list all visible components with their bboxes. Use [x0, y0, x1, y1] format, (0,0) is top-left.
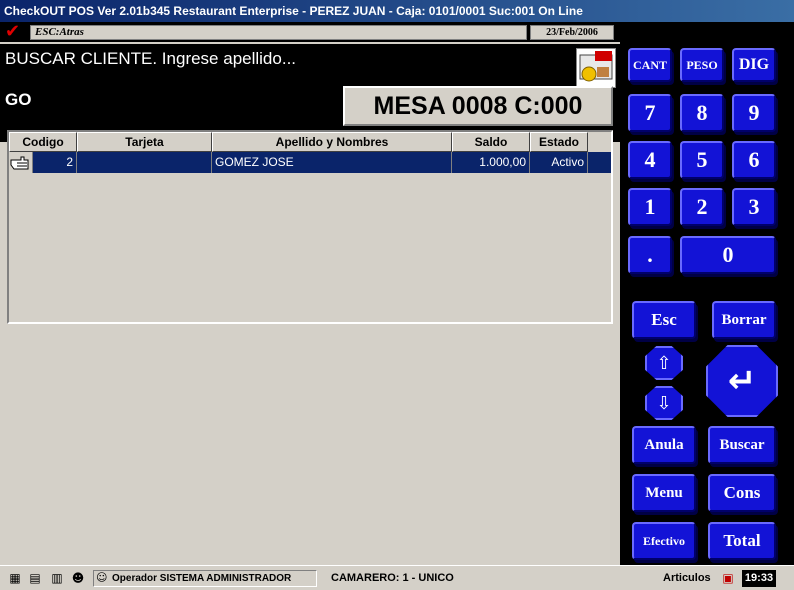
menu-button[interactable]: Menu: [632, 474, 696, 512]
operator-icon: ☺: [96, 571, 108, 584]
search-input[interactable]: GO: [5, 90, 31, 110]
network-icon[interactable]: ▦: [7, 570, 23, 586]
esc-back-hint[interactable]: ESC:Atras: [30, 25, 527, 40]
peso-button[interactable]: PESO: [680, 48, 724, 82]
customer-grid: Codigo Tarjeta Apellido y Nombres Saldo …: [7, 130, 613, 324]
key-7[interactable]: 7: [628, 94, 672, 132]
checkmark-icon: ✔: [5, 21, 21, 42]
grid-header: Codigo Tarjeta Apellido y Nombres Saldo …: [9, 132, 588, 152]
pointing-hand-icon: [9, 152, 33, 173]
key-decimal[interactable]: .: [628, 236, 672, 274]
cons-button[interactable]: Cons: [708, 474, 776, 512]
table-indicator: MESA 0008 C:000: [343, 86, 613, 126]
cell-nombre: GOMEZ JOSE: [212, 152, 452, 173]
key-3[interactable]: 3: [732, 188, 776, 226]
operator-label: ☺ Operador SISTEMA ADMINISTRADOR: [93, 570, 317, 587]
main-panel: ✔ ESC:Atras 23/Feb/2006 BUSCAR CLIENTE. …: [0, 22, 620, 565]
cell-estado: Activo: [530, 152, 588, 173]
arrow-down-icon[interactable]: ⇩: [645, 386, 683, 420]
keypad-panel: CANT PESO DIG 7 8 9 4 5 6 1 2 3 . 0 Esc …: [620, 22, 794, 565]
key-1[interactable]: 1: [628, 188, 672, 226]
operator-text: Operador SISTEMA ADMINISTRADOR: [112, 573, 292, 584]
dig-button[interactable]: DIG: [732, 48, 776, 82]
table-row[interactable]: 2 GOMEZ JOSE 1.000,00 Activo: [9, 152, 611, 173]
efectivo-button[interactable]: Efectivo: [632, 522, 696, 560]
cell-saldo: 1.000,00: [452, 152, 530, 173]
cant-button[interactable]: CANT: [628, 48, 672, 82]
key-4[interactable]: 4: [628, 141, 672, 179]
total-button[interactable]: Total: [708, 522, 776, 560]
key-5[interactable]: 5: [680, 141, 724, 179]
borrar-button[interactable]: Borrar: [712, 301, 776, 339]
key-6[interactable]: 6: [732, 141, 776, 179]
esc-bar: ✔ ESC:Atras 23/Feb/2006: [0, 22, 620, 42]
column-saldo[interactable]: Saldo: [452, 132, 530, 152]
printer-icon[interactable]: ▤: [27, 570, 43, 586]
buscar-button[interactable]: Buscar: [708, 426, 776, 464]
key-9[interactable]: 9: [732, 94, 776, 132]
clock: 19:33: [742, 570, 776, 587]
cash-drawer-icon[interactable]: ▥: [49, 570, 65, 586]
enter-button[interactable]: ↵: [706, 345, 778, 417]
arrow-up-icon[interactable]: ⇧: [645, 346, 683, 380]
column-estado[interactable]: Estado: [530, 132, 588, 152]
column-tarjeta[interactable]: Tarjeta: [77, 132, 212, 152]
anula-button[interactable]: Anula: [632, 426, 696, 464]
date-display: 23/Feb/2006: [530, 25, 614, 40]
message-panel: BUSCAR CLIENTE. Ingrese apellido... GO M…: [0, 44, 620, 142]
cell-codigo: 2: [33, 152, 77, 173]
window-title: CheckOUT POS Ver 2.01b345 Restaurant Ent…: [0, 0, 794, 22]
key-0[interactable]: 0: [680, 236, 776, 274]
cell-tarjeta: [77, 152, 212, 173]
key-2[interactable]: 2: [680, 188, 724, 226]
key-8[interactable]: 8: [680, 94, 724, 132]
customer-card-icon: [576, 48, 616, 88]
waiter-label: CAMARERO: 1 - UNICO: [331, 572, 454, 584]
user-icon[interactable]: ☻: [70, 570, 86, 586]
search-prompt: BUSCAR CLIENTE. Ingrese apellido...: [5, 49, 297, 68]
column-codigo[interactable]: Codigo: [9, 132, 77, 152]
status-bar: ▦ ▤ ▥ ☻ ☺ Operador SISTEMA ADMINISTRADOR…: [0, 565, 794, 590]
calendar-icon[interactable]: ▣: [720, 570, 736, 586]
column-nombre[interactable]: Apellido y Nombres: [212, 132, 452, 152]
esc-button[interactable]: Esc: [632, 301, 696, 339]
articles-label: Articulos: [663, 572, 711, 584]
